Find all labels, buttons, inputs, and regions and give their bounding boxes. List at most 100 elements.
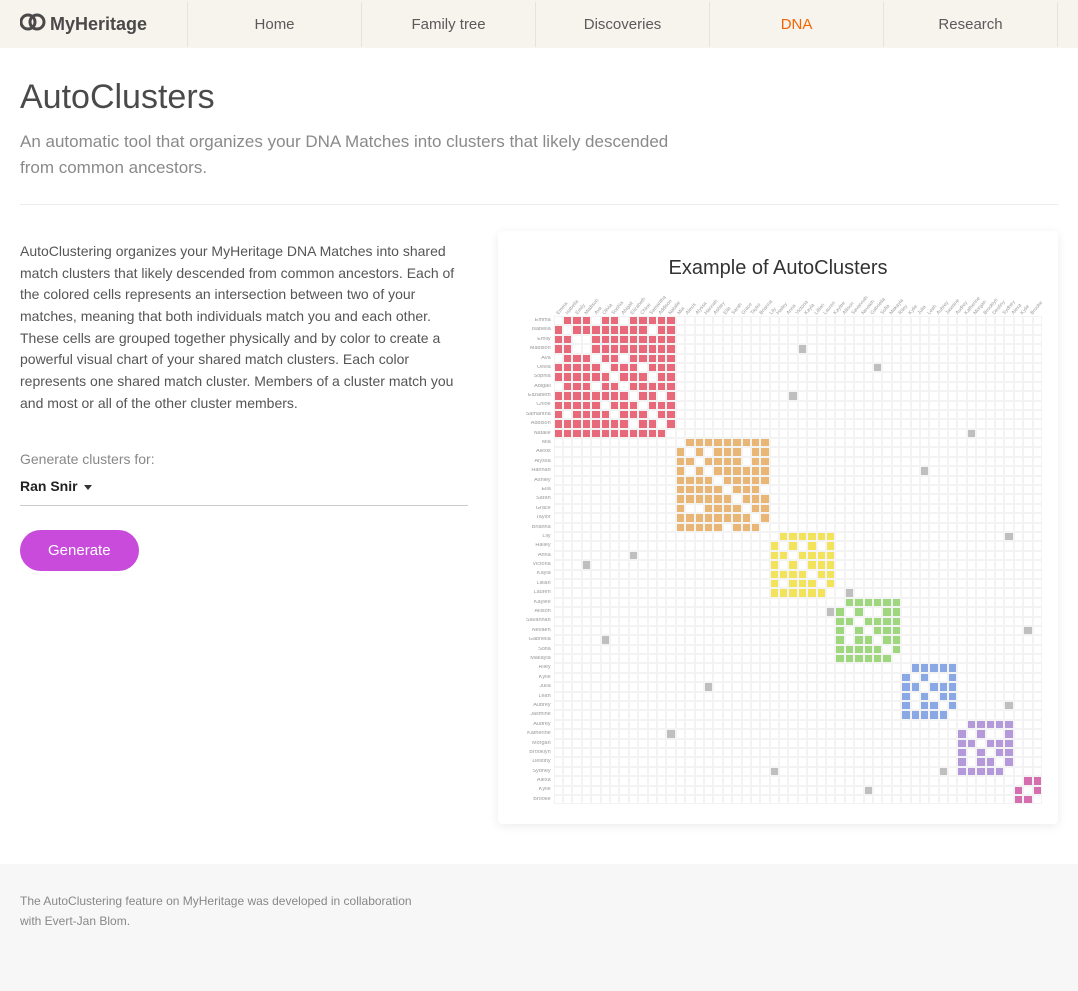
heatmap-cell xyxy=(779,429,788,438)
heatmap-cell xyxy=(742,316,751,325)
heatmap-cell xyxy=(676,645,685,654)
heatmap-cell xyxy=(554,786,563,795)
heatmap-cell xyxy=(572,447,581,456)
heatmap-cell xyxy=(845,541,854,550)
heatmap-cell xyxy=(1004,354,1013,363)
heatmap-cell xyxy=(854,786,863,795)
heatmap-cell xyxy=(554,626,563,635)
heatmap-cell xyxy=(798,570,807,579)
heatmap-cell xyxy=(939,325,948,334)
heatmap-cell xyxy=(723,654,732,663)
generate-button[interactable]: Generate xyxy=(20,530,139,571)
heatmap-cell xyxy=(864,438,873,447)
heatmap-cell xyxy=(854,438,863,447)
heatmap-cell xyxy=(770,654,779,663)
heatmap-cell xyxy=(610,447,619,456)
heatmap-cell xyxy=(648,607,657,616)
top-nav: MyHeritage HomeFamily treeDiscoveriesDNA… xyxy=(0,0,1078,48)
heatmap-cell xyxy=(1023,682,1032,691)
nav-item-dna[interactable]: DNA xyxy=(709,2,883,47)
heatmap-cell xyxy=(572,372,581,381)
heatmap-cell xyxy=(873,438,882,447)
heatmap-cell xyxy=(957,466,966,475)
heatmap-cell xyxy=(864,570,873,579)
heatmap-cell xyxy=(864,325,873,334)
person-dropdown[interactable]: Ran Snir xyxy=(20,473,468,506)
heatmap-cell xyxy=(760,410,769,419)
heatmap-cell xyxy=(582,767,591,776)
heatmap-cell xyxy=(1004,541,1013,550)
heatmap-cell xyxy=(995,710,1004,719)
heatmap-cell xyxy=(835,710,844,719)
heatmap-cell xyxy=(742,626,751,635)
heatmap-cell xyxy=(723,570,732,579)
heatmap-cell xyxy=(638,504,647,513)
heatmap-cell xyxy=(854,532,863,541)
heatmap-cell xyxy=(826,635,835,644)
nav-item-research[interactable]: Research xyxy=(883,2,1058,47)
heatmap-cell xyxy=(948,767,957,776)
heatmap-cell xyxy=(976,626,985,635)
heatmap-cell xyxy=(591,401,600,410)
heatmap-cell xyxy=(882,541,891,550)
heatmap-cell xyxy=(591,607,600,616)
heatmap-cell xyxy=(779,476,788,485)
heatmap-cell xyxy=(676,682,685,691)
heatmap-cell xyxy=(666,729,675,738)
heatmap-cell xyxy=(657,532,666,541)
nav-item-discoveries[interactable]: Discoveries xyxy=(535,2,709,47)
heatmap-cell xyxy=(798,541,807,550)
heatmap-cell xyxy=(685,692,694,701)
heatmap-cell xyxy=(676,382,685,391)
heatmap-cell xyxy=(845,767,854,776)
heatmap-cell xyxy=(732,710,741,719)
heatmap-cell xyxy=(554,682,563,691)
heatmap-cell xyxy=(666,363,675,372)
heatmap-cell xyxy=(1033,654,1042,663)
heatmap-cell xyxy=(995,767,1004,776)
heatmap-cell xyxy=(554,635,563,644)
heatmap-cell xyxy=(986,748,995,757)
heatmap-cell xyxy=(601,607,610,616)
nav-item-home[interactable]: Home xyxy=(187,2,361,47)
heatmap-cell xyxy=(882,457,891,466)
heatmap-cell xyxy=(638,786,647,795)
heatmap-cell xyxy=(1023,316,1032,325)
heatmap-cell xyxy=(601,541,610,550)
heatmap-cell xyxy=(1023,635,1032,644)
heatmap-cell xyxy=(826,617,835,626)
heatmap-cell xyxy=(648,617,657,626)
heatmap-cell xyxy=(657,729,666,738)
heatmap-cell xyxy=(798,776,807,785)
heatmap-cell xyxy=(704,476,713,485)
brand-logo[interactable]: MyHeritage xyxy=(20,12,147,37)
heatmap-cell xyxy=(873,682,882,691)
heatmap-cell xyxy=(563,786,572,795)
heatmap-cell xyxy=(723,673,732,682)
heatmap-cell xyxy=(666,410,675,419)
heatmap-cell xyxy=(629,710,638,719)
heatmap-cell xyxy=(657,485,666,494)
heatmap-cell xyxy=(854,541,863,550)
heatmap-cell xyxy=(601,391,610,400)
heatmap-cell xyxy=(882,570,891,579)
heatmap-cell xyxy=(685,523,694,532)
heatmap-cell xyxy=(610,739,619,748)
heatmap-cell xyxy=(601,494,610,503)
heatmap-cell xyxy=(854,391,863,400)
heatmap-cell xyxy=(807,419,816,428)
heatmap-cell xyxy=(920,410,929,419)
heatmap-cell xyxy=(854,382,863,391)
heatmap-cell xyxy=(572,701,581,710)
heatmap-cell xyxy=(554,391,563,400)
heatmap-cell xyxy=(685,645,694,654)
heatmap-cell xyxy=(648,541,657,550)
heatmap-cell xyxy=(704,692,713,701)
heatmap-cell xyxy=(685,410,694,419)
heatmap-cell xyxy=(638,579,647,588)
heatmap-cell xyxy=(995,682,1004,691)
heatmap-cell xyxy=(732,729,741,738)
heatmap-cell xyxy=(751,570,760,579)
nav-item-family-tree[interactable]: Family tree xyxy=(361,2,535,47)
heatmap-cell xyxy=(676,673,685,682)
